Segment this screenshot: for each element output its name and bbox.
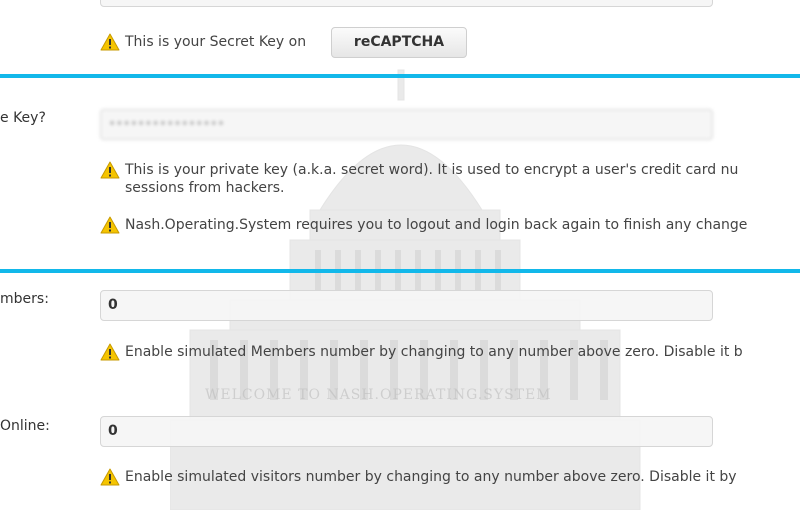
warning-icon <box>100 216 120 234</box>
private-key-note-line2: sessions from hackers. <box>125 180 285 196</box>
logout-note-text: Nash.Operating.System requires you to lo… <box>125 217 748 233</box>
private-key-note-line1: This is your private key (a.k.a. secret … <box>125 162 739 178</box>
warning-icon <box>100 161 120 179</box>
members-note: Enable simulated Members number by chang… <box>100 343 800 361</box>
members-note-text: Enable simulated Members number by chang… <box>125 344 743 360</box>
online-note-text: Enable simulated visitors number by chan… <box>125 469 737 485</box>
simulated-online-input[interactable]: 0 <box>100 416 713 447</box>
private-key-note: This is your private key (a.k.a. secret … <box>100 161 800 197</box>
secret-key-note-text: This is your Secret Key on <box>125 34 307 50</box>
logout-note: Nash.Operating.System requires you to lo… <box>100 216 800 234</box>
private-key-input[interactable]: •••••••••••••••• <box>100 109 713 140</box>
warning-icon <box>100 468 120 486</box>
secret-key-input[interactable] <box>100 0 713 7</box>
secret-key-note: This is your Secret Key on <box>100 33 340 51</box>
background-banner-text: WELCOME TO NASH.OPERATING.SYSTEM <box>205 387 552 403</box>
private-key-label: e Key? <box>0 110 46 126</box>
simulated-members-label: mbers: <box>0 291 49 307</box>
warning-icon <box>100 343 120 361</box>
section-divider <box>0 269 800 273</box>
recaptcha-button[interactable]: reCAPTCHA <box>331 27 467 58</box>
online-note: Enable simulated visitors number by chan… <box>100 468 800 486</box>
section-divider <box>0 74 800 78</box>
warning-icon <box>100 33 120 51</box>
simulated-online-label: Online: <box>0 418 50 434</box>
simulated-members-input[interactable]: 0 <box>100 290 713 321</box>
